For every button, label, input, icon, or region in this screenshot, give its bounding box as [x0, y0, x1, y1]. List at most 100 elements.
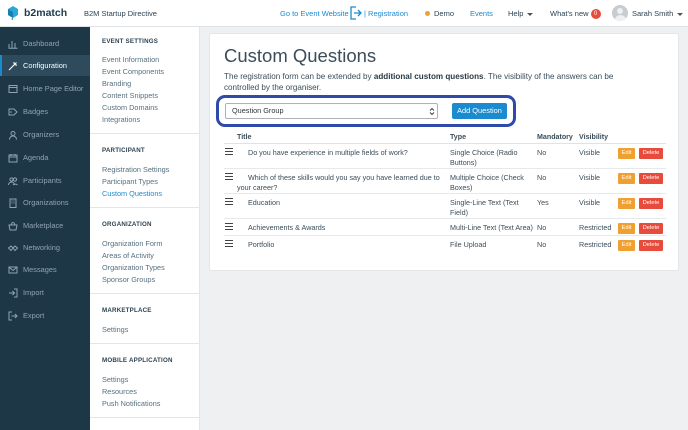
menu-link-marketplace-settings[interactable]: Settings — [102, 325, 128, 334]
sidebar-item-home-page-editor[interactable]: Home Page Editor — [0, 78, 90, 99]
user-menu[interactable]: Sarah Smith — [632, 9, 684, 18]
sidebar-item-dashboard[interactable]: Dashboard — [0, 33, 90, 54]
badges-icon — [8, 108, 18, 115]
logo[interactable]: b2match — [7, 6, 67, 20]
row-visibility: Visible — [579, 173, 601, 182]
menu-link-sponsor-groups[interactable]: Sponsor Groups — [102, 275, 155, 284]
page-title: Custom Questions — [224, 45, 377, 66]
menu-link-custom-questions[interactable]: Custom Questions — [102, 189, 162, 198]
page-description: The registration form can be extended by… — [224, 72, 614, 92]
menu-link-organization-types[interactable]: Organization Types — [102, 263, 165, 272]
menu-link-areas-of-activity[interactable]: Areas of Activity — [102, 251, 154, 260]
export-icon — [8, 311, 18, 320]
delete-button[interactable]: Delete — [639, 148, 663, 159]
sidebar-item-agenda[interactable]: Agenda — [0, 147, 90, 168]
delete-button[interactable]: Delete — [639, 198, 663, 209]
menu-link-registration-settings[interactable]: Registration Settings — [102, 165, 169, 174]
top-bar: b2match B2M Startup Directive Go to Even… — [0, 0, 688, 27]
drag-handle-icon[interactable] — [225, 198, 233, 205]
menu-link-participant-types[interactable]: Participant Types — [102, 177, 158, 186]
chevron-down-icon — [677, 12, 684, 16]
menu-link-event-components[interactable]: Event Components — [102, 67, 164, 76]
row-type: Single Choice (Radio Buttons) — [450, 148, 518, 167]
column-header-type: Type — [450, 133, 467, 141]
sidebar-item-organizations[interactable]: Organizations — [0, 192, 90, 213]
b2match-logo-icon — [8, 6, 18, 20]
row-title: Which of these skills would you say you … — [237, 173, 440, 192]
sidebar-item-import[interactable]: Import — [0, 282, 90, 303]
menu-link-integrations[interactable]: Integrations — [102, 115, 140, 124]
help-menu[interactable]: Help — [508, 9, 534, 18]
row-type: Multi-Line Text (Text Area) — [450, 223, 533, 232]
row-divider — [224, 235, 666, 236]
sidebar-item-participants[interactable]: Participants — [0, 170, 90, 191]
demo-status-dot-icon — [425, 10, 430, 16]
menu-link-branding[interactable]: Branding — [102, 79, 131, 88]
sidebar: Dashboard Configuration Home Page Editor… — [0, 27, 90, 430]
row-divider — [224, 218, 666, 219]
row-mandatory: Yes — [537, 198, 549, 207]
sidebar-item-messages[interactable]: Messages — [0, 259, 90, 280]
edit-button[interactable]: Edit — [618, 223, 635, 234]
menu-link-custom-domains[interactable]: Custom Domains — [102, 103, 158, 112]
menu-link-mobile-settings[interactable]: Settings — [102, 375, 128, 384]
edit-button[interactable]: Edit — [618, 198, 635, 209]
sidebar-item-marketplace[interactable]: Marketplace — [0, 215, 90, 236]
menu-divider — [90, 293, 200, 294]
avatar[interactable] — [612, 5, 628, 21]
sidebar-item-organizers[interactable]: Organizers — [0, 124, 90, 145]
menu-heading-organization: ORGANIZATION — [102, 221, 152, 228]
drag-handle-icon[interactable] — [225, 240, 233, 247]
drag-handle-icon[interactable] — [225, 173, 233, 180]
sidebar-item-export[interactable]: Export — [0, 305, 90, 326]
chevron-down-icon — [527, 12, 534, 16]
organizations-icon — [9, 198, 17, 208]
row-title: Achievements & Awards — [248, 223, 326, 232]
add-question-button[interactable]: Add Question — [452, 103, 507, 119]
participants-icon — [8, 176, 18, 185]
edit-button[interactable]: Edit — [618, 173, 635, 184]
marketplace-icon — [8, 221, 18, 230]
row-divider — [224, 168, 666, 169]
row-mandatory: No — [537, 223, 547, 232]
menu-link-content-snippets[interactable]: Content Snippets — [102, 91, 158, 100]
menu-link-event-information[interactable]: Event Information — [102, 55, 159, 64]
sidebar-item-badges[interactable]: Badges — [0, 101, 90, 122]
menu-link-organization-form[interactable]: Organization Form — [102, 239, 162, 248]
sidebar-item-networking[interactable]: Networking — [0, 237, 90, 258]
menu-heading-event-settings: EVENT SETTINGS — [102, 38, 159, 45]
row-type: Multiple Choice (Check Boxes) — [450, 173, 524, 192]
delete-button[interactable]: Delete — [639, 223, 663, 234]
question-group-select[interactable]: Question Group — [225, 103, 438, 119]
row-visibility: Visible — [579, 198, 601, 207]
go-to-event-website-link[interactable]: Go to Event Website — [280, 9, 349, 18]
networking-icon — [8, 244, 18, 251]
menu-link-resources[interactable]: Resources — [102, 387, 137, 396]
app-name: b2match — [24, 7, 68, 19]
delete-button[interactable]: Delete — [639, 240, 663, 251]
edit-button[interactable]: Edit — [618, 240, 635, 251]
drag-handle-icon[interactable] — [225, 223, 233, 230]
select-arrows-icon — [429, 107, 435, 116]
row-visibility: Restricted — [579, 223, 612, 232]
organizers-icon — [9, 130, 17, 140]
delete-button[interactable]: Delete — [639, 173, 663, 184]
event-name: B2M Startup Directive — [84, 9, 157, 18]
menu-divider — [90, 417, 200, 418]
table-header-divider — [224, 143, 666, 144]
registration-icon — [350, 6, 362, 20]
drag-handle-icon[interactable] — [225, 148, 233, 155]
edit-button[interactable]: Edit — [618, 148, 635, 159]
row-title: Education — [248, 198, 280, 207]
demo-status[interactable]: Demo — [425, 9, 454, 18]
row-title: Do you have experience in multiple field… — [248, 148, 408, 157]
row-visibility: Visible — [579, 148, 601, 157]
events-link[interactable]: Events — [470, 9, 493, 18]
menu-heading-mobile-application: MOBILE APPLICATION — [102, 357, 173, 364]
sidebar-item-configuration[interactable]: Configuration — [0, 55, 90, 76]
row-title: Portfolio — [248, 240, 275, 249]
whats-new-button[interactable]: What's new 0 — [550, 9, 601, 20]
registration-link[interactable]: | Registration — [364, 9, 408, 18]
menu-link-push-notifications[interactable]: Push Notifications — [102, 399, 160, 408]
menu-divider — [90, 207, 200, 208]
